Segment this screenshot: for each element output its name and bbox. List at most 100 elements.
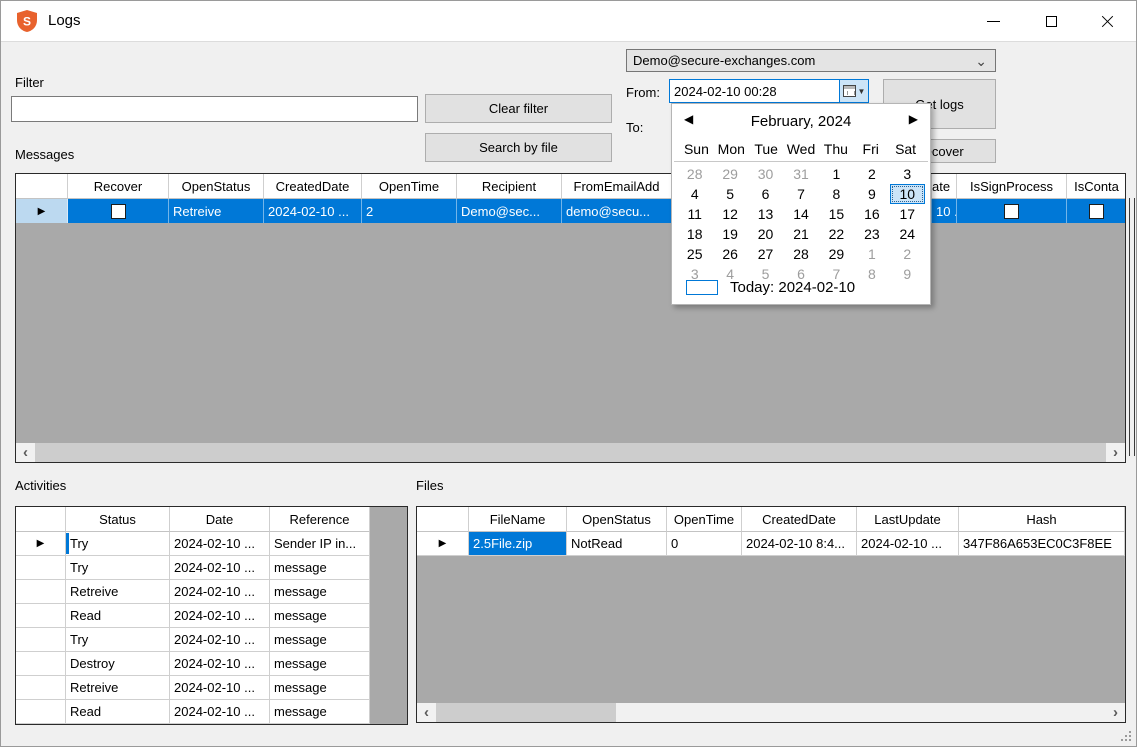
filter-input[interactable] — [11, 96, 418, 122]
activity-row[interactable]: Destroy2024-02-10 ...message — [16, 652, 407, 676]
reference-cell[interactable]: message — [270, 676, 370, 700]
status-cell[interactable]: Try — [66, 556, 170, 580]
files-row[interactable]: ▶2.5File.zipNotRead02024-02-10 8:4...202… — [417, 532, 1125, 556]
status-cell[interactable]: Read — [66, 604, 170, 628]
activity-row[interactable]: Retreive2024-02-10 ...message — [16, 580, 407, 604]
scroll-thumb[interactable] — [436, 703, 616, 722]
calendar-day[interactable]: 1 — [854, 244, 889, 264]
row-selector[interactable] — [16, 628, 66, 652]
status-cell[interactable]: Try — [66, 628, 170, 652]
reference-cell[interactable]: message — [270, 556, 370, 580]
maximize-button[interactable] — [1028, 1, 1074, 41]
cell[interactable]: 347F86A653EC0C3F8EE — [959, 532, 1125, 556]
today-label[interactable]: Today: 2024-02-10 — [730, 279, 855, 296]
calendar-day[interactable]: 29 — [819, 244, 854, 264]
calendar-day[interactable]: 27 — [748, 244, 783, 264]
calendar-day[interactable]: 28 — [677, 164, 712, 184]
cell[interactable]: 2 — [362, 199, 457, 223]
column-header[interactable]: OpenStatus — [169, 174, 264, 199]
status-cell[interactable]: Try — [66, 532, 170, 556]
cell[interactable]: 2024-02-10 8:4... — [742, 532, 857, 556]
row-selector[interactable] — [16, 604, 66, 628]
status-cell[interactable]: Retreive — [66, 580, 170, 604]
column-header[interactable]: OpenStatus — [567, 507, 667, 532]
column-header[interactable] — [417, 507, 469, 532]
column-header[interactable]: Recipient — [457, 174, 562, 199]
minimize-button[interactable] — [970, 1, 1016, 41]
activity-row[interactable]: Read2024-02-10 ...message — [16, 604, 407, 628]
calendar-day[interactable]: 15 — [819, 204, 854, 224]
calendar-day[interactable]: 29 — [712, 164, 747, 184]
checkbox-cell[interactable] — [957, 199, 1067, 223]
reference-cell[interactable]: message — [270, 700, 370, 724]
reference-cell[interactable]: message — [270, 628, 370, 652]
calendar-day[interactable]: 19 — [712, 224, 747, 244]
calendar-day[interactable]: 26 — [712, 244, 747, 264]
calendar-day[interactable]: 17 — [890, 204, 925, 224]
close-button[interactable] — [1084, 1, 1130, 41]
cell[interactable]: Retreive — [169, 199, 264, 223]
row-selector[interactable]: ▶ — [417, 532, 469, 556]
row-selector[interactable]: ▶ — [16, 532, 66, 556]
cell[interactable]: 2024-02-10 ... — [857, 532, 959, 556]
from-date-input[interactable] — [670, 80, 839, 102]
column-header[interactable]: CreatedDate — [742, 507, 857, 532]
scroll-left-icon[interactable]: ‹ — [417, 703, 436, 722]
cell[interactable]: 0 — [667, 532, 742, 556]
calendar-dropdown-button[interactable]: ▼ — [839, 80, 868, 102]
cell[interactable]: 2024-02-10 ... — [264, 199, 362, 223]
calendar-day[interactable]: 31 — [783, 164, 818, 184]
resize-grip[interactable] — [1121, 731, 1133, 743]
reference-cell[interactable]: message — [270, 652, 370, 676]
status-cell[interactable]: Retreive — [66, 676, 170, 700]
account-select[interactable]: Demo@secure-exchanges.com ⌄ — [626, 49, 996, 72]
activity-row[interactable]: Try2024-02-10 ...message — [16, 556, 407, 580]
column-header[interactable]: CreatedDate — [264, 174, 362, 199]
date-cell[interactable]: 2024-02-10 ... — [170, 532, 270, 556]
row-selector[interactable] — [16, 676, 66, 700]
column-header[interactable]: Reference — [270, 507, 370, 532]
scroll-thumb[interactable] — [35, 443, 1106, 462]
date-cell[interactable]: 2024-02-10 ... — [170, 556, 270, 580]
calendar-day[interactable]: 10 — [890, 184, 925, 204]
date-cell[interactable]: 2024-02-10 ... — [170, 652, 270, 676]
date-cell[interactable]: 2024-02-10 ... — [170, 700, 270, 724]
cell[interactable]: 2.5File.zip — [469, 532, 567, 556]
reference-cell[interactable]: message — [270, 604, 370, 628]
calendar-day[interactable]: 28 — [783, 244, 818, 264]
column-header[interactable]: OpenTime — [667, 507, 742, 532]
date-cell[interactable]: 2024-02-10 ... — [170, 628, 270, 652]
column-header[interactable] — [16, 174, 68, 199]
calendar-day[interactable]: 12 — [712, 204, 747, 224]
column-header[interactable]: IsSignProcess — [957, 174, 1067, 199]
calendar-day[interactable]: 18 — [677, 224, 712, 244]
calendar-day[interactable]: 30 — [748, 164, 783, 184]
messages-hscrollbar[interactable]: ‹ › — [16, 443, 1125, 462]
reference-cell[interactable]: Sender IP in... — [270, 532, 370, 556]
calendar-day[interactable]: 2 — [854, 164, 889, 184]
column-header[interactable]: Status — [66, 507, 170, 532]
calendar-day[interactable]: 4 — [677, 184, 712, 204]
date-cell[interactable]: 2024-02-10 ... — [170, 604, 270, 628]
row-selector[interactable]: ▶ — [16, 199, 68, 223]
checkbox-cell[interactable] — [1067, 199, 1126, 223]
files-hscrollbar[interactable]: ‹ › — [417, 703, 1125, 722]
checkbox[interactable] — [1004, 204, 1019, 219]
status-cell[interactable]: Read — [66, 700, 170, 724]
cell[interactable]: 10 ... — [932, 199, 957, 223]
calendar-day[interactable]: 13 — [748, 204, 783, 224]
activity-row[interactable]: Read2024-02-10 ...message — [16, 700, 407, 724]
column-header[interactable]: OpenTime — [362, 174, 457, 199]
calendar-day[interactable]: 22 — [819, 224, 854, 244]
column-header[interactable]: IsConta — [1067, 174, 1126, 199]
date-cell[interactable]: 2024-02-10 ... — [170, 580, 270, 604]
calendar-day[interactable]: 24 — [890, 224, 925, 244]
cell[interactable]: NotRead — [567, 532, 667, 556]
row-selector[interactable] — [16, 700, 66, 724]
column-header[interactable]: LastUpdate — [857, 507, 959, 532]
activity-row[interactable]: Retreive2024-02-10 ...message — [16, 676, 407, 700]
column-header[interactable]: FileName — [469, 507, 567, 532]
column-header[interactable]: Recover — [68, 174, 169, 199]
checkbox-cell[interactable] — [68, 199, 169, 223]
column-header[interactable]: Date — [170, 507, 270, 532]
